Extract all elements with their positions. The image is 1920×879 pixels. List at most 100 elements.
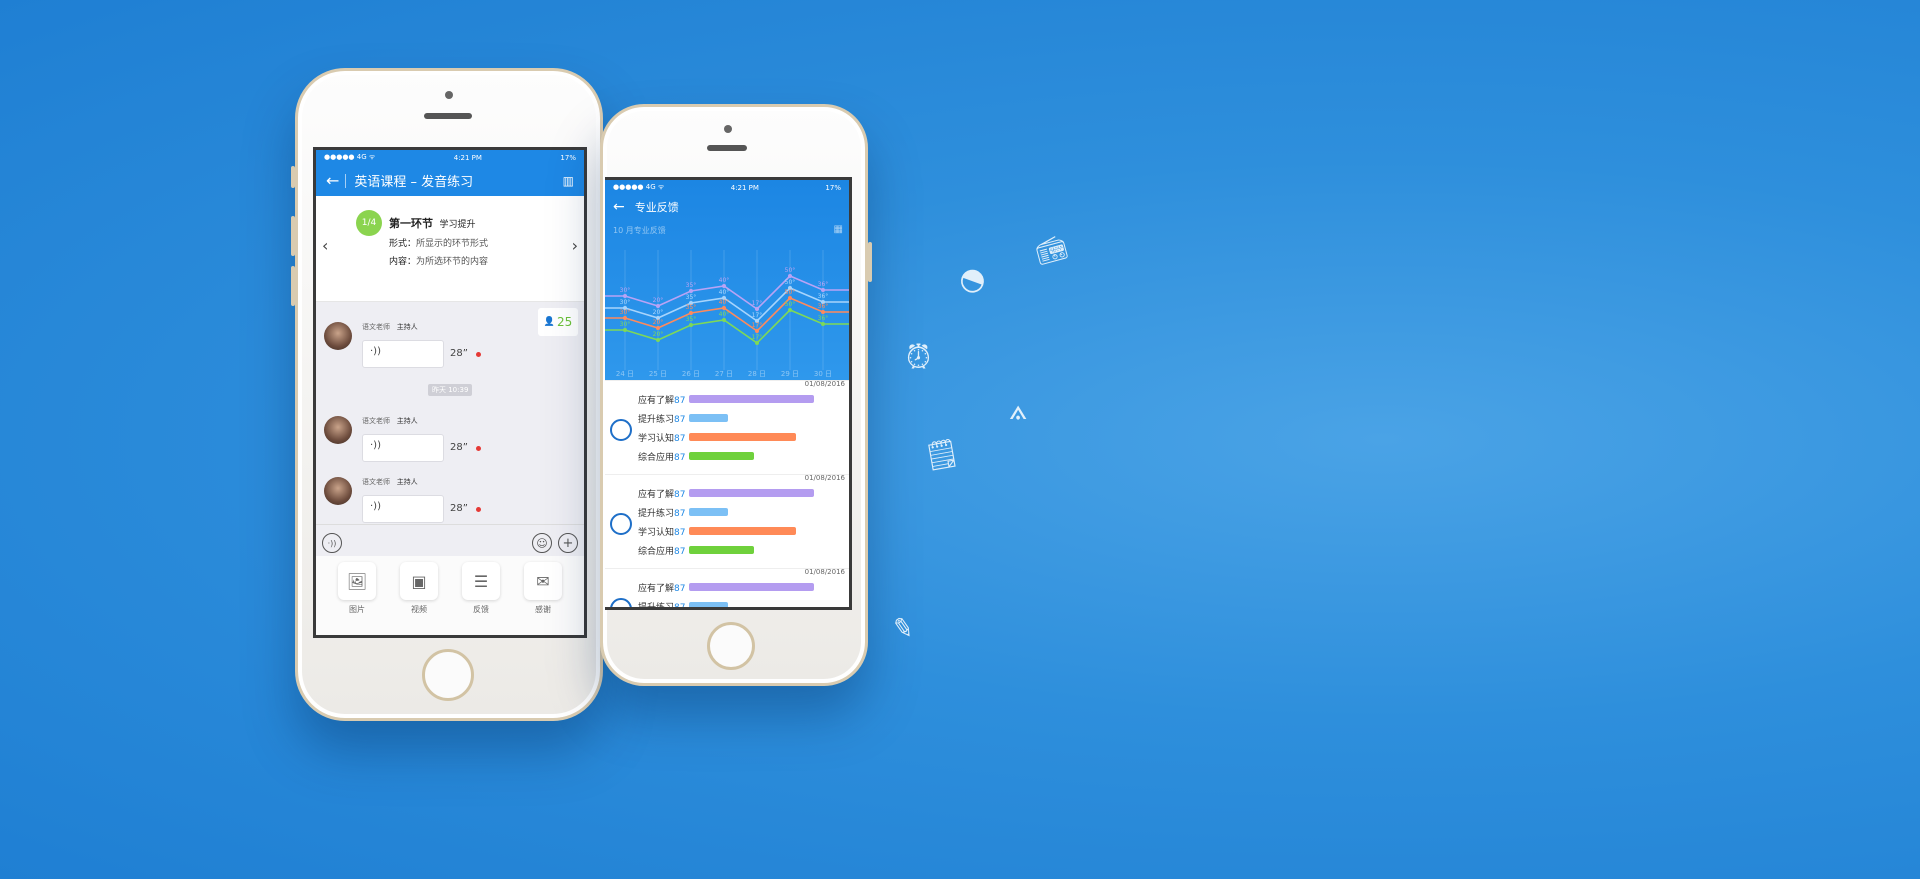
- data-point: [656, 304, 660, 308]
- camera: [445, 91, 453, 99]
- score-name: 综合应用: [638, 453, 675, 463]
- tool-feedback-button[interactable]: ☰ 反馈: [461, 562, 501, 615]
- back-arrow-icon[interactable]: ←: [326, 171, 339, 190]
- data-label: 40°: [719, 289, 730, 296]
- home-button[interactable]: [422, 649, 474, 701]
- plus-icon[interactable]: +: [558, 533, 578, 553]
- score-bar: [689, 583, 814, 591]
- sender: 语文老师 主持人: [362, 322, 418, 332]
- voice-input-icon[interactable]: ·)): [322, 533, 342, 553]
- score-bar: [689, 489, 814, 497]
- group-date: 01/08/2016: [804, 380, 845, 388]
- sender-role: 主持人: [396, 478, 418, 486]
- chat-area: 👤 25 语文老师 主持人 ·)) 28” 昨天 10:39 语文老师 主持人 …: [316, 302, 584, 560]
- people-icon: 👤: [543, 317, 555, 327]
- list-item: 语文老师 主持人 ·)) 28”: [324, 322, 481, 368]
- group-date: 01/08/2016: [804, 568, 845, 576]
- participants-badge[interactable]: 👤 25: [538, 308, 578, 336]
- tool-label: 图片: [349, 605, 365, 614]
- radio-icon: 📻︎: [1032, 232, 1070, 268]
- phone-1: ●●●●● 4G ᯤ 4:21 PM 17% ← 英语课程 – 发音练习 ▥ ‹…: [291, 68, 603, 721]
- data-label: 40°: [719, 299, 730, 306]
- score-label: 提升练习87: [638, 506, 685, 519]
- data-point: [722, 306, 726, 310]
- data-label: 35°: [686, 294, 697, 301]
- avatar: [324, 477, 352, 505]
- next-arrow-icon[interactable]: ›: [572, 236, 578, 255]
- form-value: 所显示的环节形式: [416, 239, 489, 249]
- data-point: [623, 328, 627, 332]
- data-label: 20°: [653, 331, 664, 338]
- feedback-group: 01/08/2016应有了解87提升练习87学习认知87: [605, 568, 849, 610]
- data-label: 20°: [653, 309, 664, 316]
- image-icon: 🖼: [346, 571, 368, 591]
- data-label: 17°: [752, 300, 763, 307]
- screen-2: ●●●●● 4G ᯤ 4:21 PM 17% ← 专业反馈 10 月专业反馈 ▦…: [605, 177, 852, 610]
- power-button: [868, 242, 872, 282]
- score-bar: [689, 414, 728, 422]
- score-value: 87: [674, 547, 686, 557]
- score-bar: [689, 433, 796, 441]
- x-tick-label: 28 日: [748, 370, 766, 378]
- score-name: 提升练习: [638, 603, 675, 610]
- data-label: 17°: [752, 312, 763, 319]
- data-point: [656, 326, 660, 330]
- chart-area: ●●●●● 4G ᯤ 4:21 PM 17% ← 专业反馈 10 月专业反馈 ▦…: [605, 180, 849, 380]
- score-label: 综合应用87: [638, 544, 685, 557]
- participants-count: 25: [556, 315, 573, 329]
- content-line: 内容：为所选环节的内容: [389, 254, 488, 267]
- stats-icon[interactable]: ▥: [563, 174, 574, 188]
- line-chart: 24 日 25 日 26 日 27 日 28 日 29 日 30 日 30° 20° 35° 40°…: [605, 250, 849, 378]
- score-name: 学习认知: [638, 434, 675, 444]
- score-name: 提升练习: [638, 509, 675, 519]
- tool-image-button[interactable]: 🖼 图片: [337, 562, 377, 615]
- pencil-icon: ✎: [889, 612, 917, 646]
- data-label: 35°: [686, 304, 697, 311]
- divider: [345, 173, 347, 188]
- score-label: 应有了解87: [638, 581, 685, 594]
- tool-label: 视频: [411, 605, 427, 614]
- data-point: [689, 289, 693, 293]
- score-label: 提升练习87: [638, 600, 686, 610]
- section-title: 第一环节: [389, 217, 433, 230]
- score-value: 87: [674, 453, 686, 463]
- score-value: 87: [674, 603, 686, 610]
- data-label: 40°: [719, 277, 730, 284]
- section-heading: 第一环节 学习提升: [389, 215, 476, 231]
- data-label: 30°: [620, 321, 631, 328]
- data-label: 35°: [686, 282, 697, 289]
- voice-bubble[interactable]: ·)): [362, 434, 444, 462]
- score-bar: [689, 508, 728, 516]
- data-label: 36°: [818, 281, 829, 288]
- data-label: 30°: [620, 287, 631, 294]
- voice-bubble[interactable]: ·)): [362, 495, 444, 523]
- content-label: 内容：: [389, 257, 417, 267]
- tool-thanks-button[interactable]: ✉ 感谢: [523, 562, 563, 615]
- data-point: [656, 338, 660, 342]
- data-label: 17°: [752, 322, 763, 329]
- score-name: 提升练习: [638, 415, 675, 425]
- voice-icon: ·)): [370, 346, 381, 357]
- data-point: [821, 322, 825, 326]
- prev-arrow-icon[interactable]: ‹: [322, 236, 328, 255]
- group-date: 01/08/2016: [804, 474, 845, 482]
- home-button[interactable]: [707, 622, 755, 670]
- tool-label: 反馈: [473, 605, 489, 614]
- tool-video-button[interactable]: ▣ 视频: [399, 562, 439, 615]
- score-label: 提升练习87: [638, 412, 685, 425]
- voice-bubble[interactable]: ·)): [362, 340, 444, 368]
- data-label: 30°: [620, 299, 631, 306]
- data-point: [788, 296, 792, 300]
- protractor-icon: ◓: [954, 258, 992, 301]
- volume-up: [291, 216, 295, 256]
- emoji-icon[interactable]: ☺: [532, 533, 552, 553]
- score-row: 学习认知87: [605, 427, 849, 446]
- data-point: [623, 316, 627, 320]
- score-row: 提升练习87: [605, 596, 849, 610]
- tool-panel: 🖼 图片 ▣ 视频 ☰ 反馈 ✉ 感谢: [316, 556, 584, 635]
- data-label: 35°: [686, 316, 697, 323]
- sender: 语文老师 主持人: [362, 416, 418, 426]
- section-tag: 学习提升: [439, 220, 476, 230]
- score-row: 综合应用87: [605, 446, 849, 465]
- unread-dot: [476, 507, 481, 512]
